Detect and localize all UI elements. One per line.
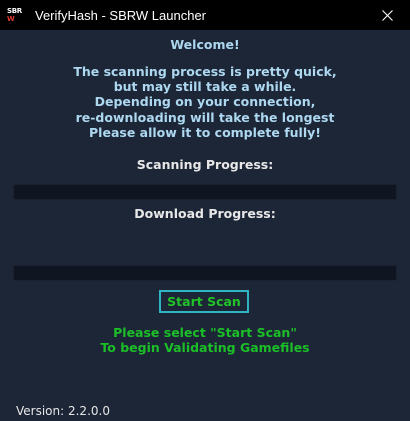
download-progress-label: Download Progress:	[134, 206, 276, 221]
scanning-progress-bar	[13, 184, 397, 200]
status-message: Please select "Start Scan" To begin Vali…	[0, 325, 410, 355]
close-icon	[381, 9, 393, 21]
logo-text-bottom: W	[7, 15, 15, 23]
status-line: To begin Validating Gamefiles	[100, 340, 310, 355]
title-bar: SBR W VerifyHash - SBRW Launcher	[0, 0, 410, 30]
status-line: Please select "Start Scan"	[113, 325, 297, 340]
info-line: re-downloading will take the longest	[75, 109, 335, 125]
info-line: Please allow it to complete fully!	[89, 124, 321, 140]
info-line: but may still take a while.	[113, 79, 297, 95]
info-message: The scanning process is pretty quick, bu…	[0, 64, 410, 140]
close-button[interactable]	[364, 0, 410, 30]
start-scan-button[interactable]: Start Scan	[159, 290, 249, 313]
download-progress-bar	[13, 265, 397, 281]
scanning-progress-label: Scanning Progress:	[136, 157, 274, 172]
sbrw-logo-icon: SBR W	[7, 7, 27, 23]
info-line: Depending on your connection,	[94, 94, 316, 110]
info-line: The scanning process is pretty quick,	[73, 64, 337, 79]
welcome-heading: Welcome!	[170, 37, 240, 52]
version-label: Version: 2.2.0.0	[16, 404, 110, 418]
logo-text-top: SBR	[7, 7, 22, 15]
window-title: VerifyHash - SBRW Launcher	[35, 7, 206, 23]
